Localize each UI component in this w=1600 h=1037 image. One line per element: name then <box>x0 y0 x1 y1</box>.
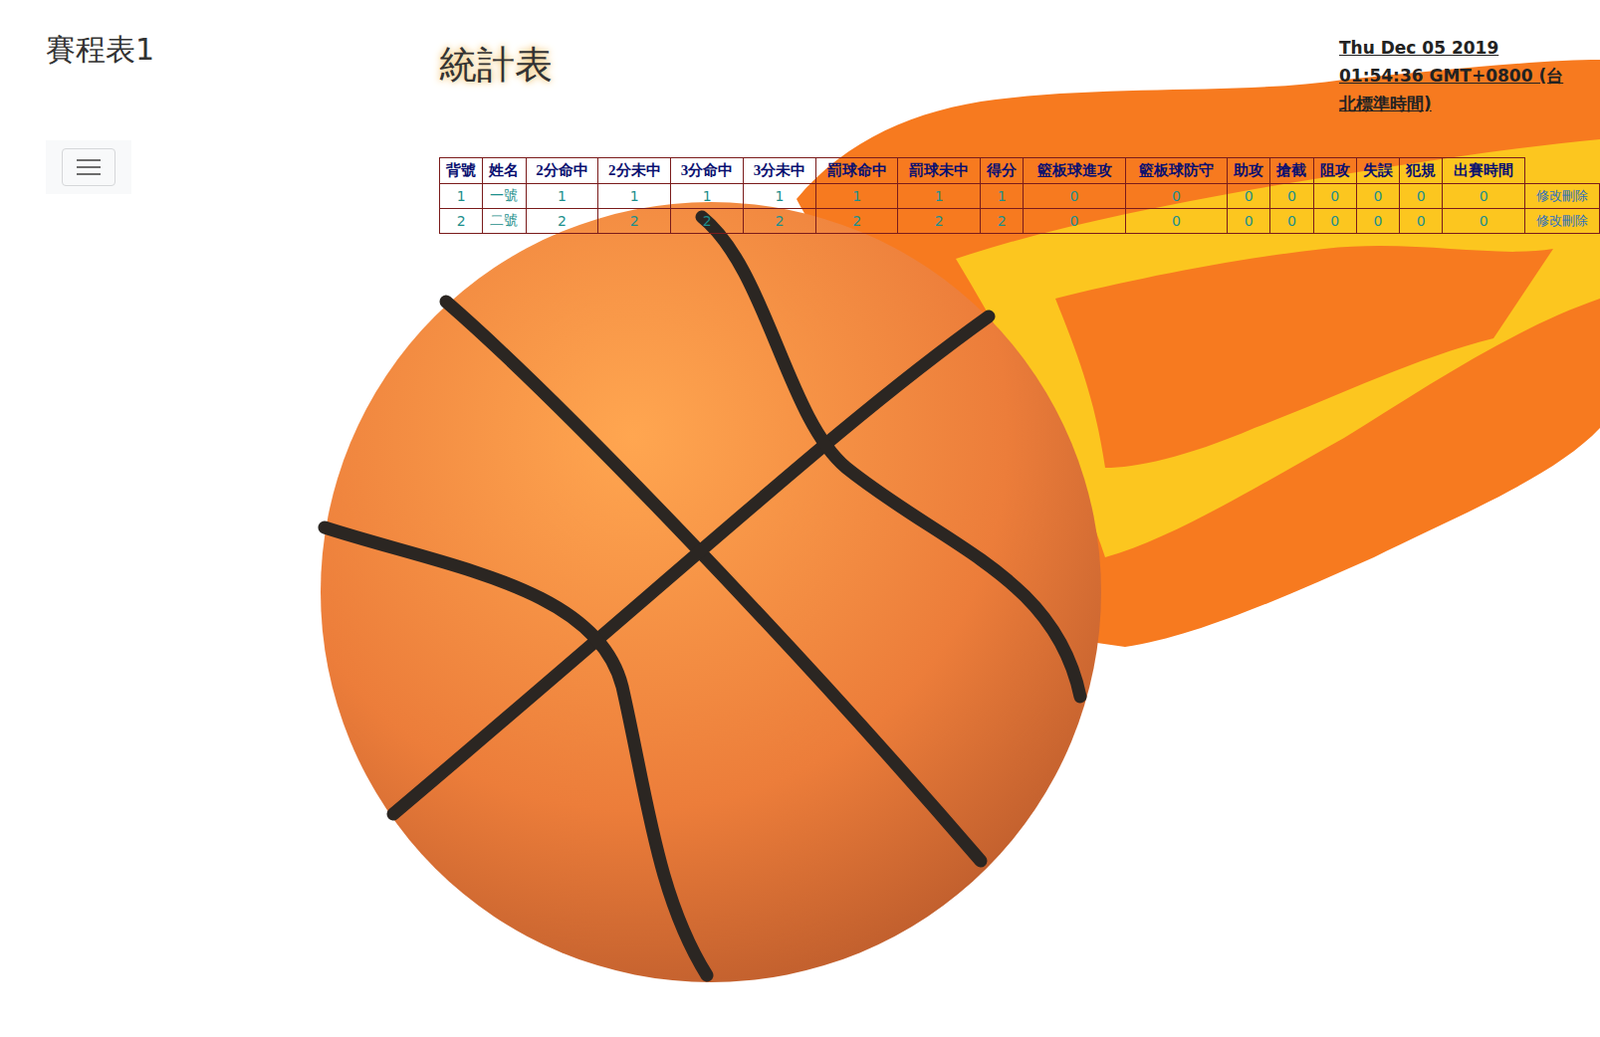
table-cell: 1 <box>671 184 744 210</box>
table-cell: 0 <box>1270 184 1314 210</box>
table-cell: 0 <box>1227 209 1271 234</box>
table-cell: 2 <box>440 209 483 234</box>
table-header: 背號姓名2分命中2分未中3分命中3分未中罰球命中罰球未中得分籃板球進攻籃板球防守… <box>440 158 1600 185</box>
datetime-link[interactable]: Thu Dec 05 2019 01:54:36 GMT+0800 (台北標準時… <box>1339 33 1600 118</box>
table-cell: 2 <box>525 209 599 234</box>
column-header: 背號 <box>440 158 483 185</box>
table-cell: 2 <box>743 209 817 234</box>
table-cell: 二號 <box>482 209 526 234</box>
table-cell: 0 <box>1356 184 1399 210</box>
main-content: 統計表 Thu Dec 05 2019 01:54:36 GMT+0800 (台北… <box>439 0 1600 1037</box>
column-header: 姓名 <box>482 158 526 185</box>
sidebar: 賽程表1 <box>0 0 440 1037</box>
column-header: 2分未中 <box>598 158 672 185</box>
table-cell: 1 <box>525 184 599 210</box>
table-cell: 0 <box>1023 184 1126 210</box>
table-cell: 0 <box>1356 209 1399 234</box>
sidebar-title: 賽程表1 <box>45 29 155 71</box>
edit-link[interactable]: 修改 <box>1536 188 1563 204</box>
stats-table: 背號姓名2分命中2分未中3分命中3分未中罰球命中罰球未中得分籃板球進攻籃板球防守… <box>439 157 1600 234</box>
column-header: 2分命中 <box>525 158 599 185</box>
header-row: 背號姓名2分命中2分未中3分命中3分未中罰球命中罰球未中得分籃板球進攻籃板球防守… <box>440 158 1600 185</box>
table-cell: 0 <box>1227 184 1271 210</box>
table-cell: 0 <box>1399 209 1443 234</box>
navbar <box>45 140 132 195</box>
table-cell: 1 <box>980 184 1024 210</box>
column-header: 失誤 <box>1356 158 1399 185</box>
table-cell: 2 <box>898 209 981 234</box>
actions-cell: 修改刪除 <box>1525 184 1600 210</box>
menu-button[interactable] <box>61 148 116 187</box>
edit-link[interactable]: 修改 <box>1536 213 1563 229</box>
column-header: 阻攻 <box>1313 158 1357 185</box>
page-title: 統計表 <box>439 39 553 91</box>
column-header: 3分未中 <box>743 158 817 185</box>
table-cell: 2 <box>598 209 672 234</box>
table-row: 2二號222222200000000修改刪除 <box>440 209 1600 234</box>
column-header: 籃板球進攻 <box>1023 158 1126 185</box>
hamburger-icon <box>75 157 102 178</box>
table-cell: 2 <box>671 209 744 234</box>
table-cell: 2 <box>980 209 1024 234</box>
table-cell: 0 <box>1442 184 1526 210</box>
table-cell: 一號 <box>482 184 526 210</box>
table-cell: 0 <box>1270 209 1314 234</box>
actions-cell: 修改刪除 <box>1525 209 1600 234</box>
table-cell: 0 <box>1313 209 1357 234</box>
column-header: 得分 <box>980 158 1024 185</box>
table-cell: 2 <box>815 209 899 234</box>
table-cell: 1 <box>440 184 483 210</box>
table-cell: 1 <box>743 184 817 210</box>
table-cell: 0 <box>1442 209 1526 234</box>
table-cell: 0 <box>1125 209 1227 234</box>
header: 統計表 Thu Dec 05 2019 01:54:36 GMT+0800 (台北… <box>439 33 1600 118</box>
table-cell: 1 <box>898 184 981 210</box>
table-cell: 0 <box>1399 184 1443 210</box>
column-header: 出賽時間 <box>1442 158 1526 185</box>
table-row: 1一號111111100000000修改刪除 <box>440 184 1600 210</box>
delete-link[interactable]: 刪除 <box>1562 188 1589 204</box>
column-header: 罰球命中 <box>815 158 899 185</box>
table-cell: 0 <box>1313 184 1357 210</box>
column-header: 搶截 <box>1270 158 1314 185</box>
basketball-fire-picture <box>0 0 1600 1037</box>
column-header: 籃板球防守 <box>1125 158 1227 185</box>
table-cell: 1 <box>815 184 899 210</box>
delete-link[interactable]: 刪除 <box>1562 213 1589 229</box>
table-body: 1一號111111100000000修改刪除2二號222222200000000… <box>440 184 1600 234</box>
column-header: 助攻 <box>1227 158 1271 185</box>
column-header: 3分命中 <box>671 158 744 185</box>
table-cell: 0 <box>1023 209 1126 234</box>
column-header: 罰球未中 <box>898 158 981 185</box>
table-cell: 1 <box>598 184 672 210</box>
column-header: 犯規 <box>1399 158 1443 185</box>
table-cell: 0 <box>1125 184 1227 210</box>
